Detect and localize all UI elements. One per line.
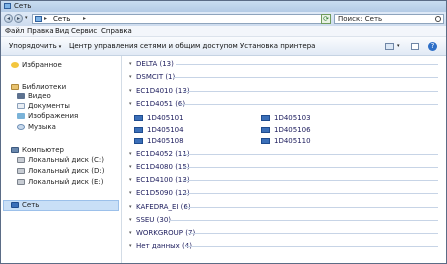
group-divider (173, 77, 438, 78)
group-header[interactable]: ▾ EC1D4052 (11) (123, 149, 446, 160)
chevron-down-icon[interactable]: ▾ (129, 204, 132, 211)
menu-view[interactable]: Вид (55, 27, 69, 36)
command-bar: Упорядочить ▾ Центр управления сетями и о… (1, 37, 446, 56)
pictures-icon (17, 113, 25, 119)
breadcrumb-network[interactable]: Сеть (53, 15, 70, 23)
group-divider (183, 193, 438, 194)
group-divider (169, 220, 438, 221)
group-divider (184, 91, 438, 92)
group-divider (183, 167, 438, 168)
chevron-down-icon[interactable]: ▾ (129, 164, 132, 171)
computer-icon (134, 138, 143, 144)
group-divider (176, 64, 438, 65)
group-divider (188, 233, 438, 234)
breadcrumb-separator[interactable]: ▸ (44, 15, 47, 23)
menu-edit[interactable]: Правка (27, 27, 54, 36)
menu-tools[interactable]: Сервис (71, 27, 97, 36)
disk-icon (17, 168, 25, 174)
group-divider (179, 104, 438, 105)
group-divider (183, 180, 438, 181)
group-header[interactable]: ▾ WORKGROUP (7) (123, 228, 446, 239)
change-view-icon[interactable] (385, 43, 394, 50)
breadcrumb-separator[interactable]: ▸ (83, 15, 86, 23)
chevron-down-icon[interactable]: ▾ (129, 101, 132, 108)
network-icon (4, 3, 11, 9)
install-printer-button[interactable]: Установка принтера (240, 42, 315, 51)
music-icon (17, 124, 25, 130)
video-icon (17, 93, 25, 99)
group-divider (185, 207, 438, 208)
group-header[interactable]: ▾ EC1D4051 (6) (123, 99, 446, 110)
search-icon[interactable] (435, 16, 441, 22)
network-icon (35, 16, 42, 22)
chevron-down-icon[interactable]: ▾ (129, 217, 132, 224)
back-button[interactable]: ◂ (4, 14, 13, 23)
chevron-down-icon[interactable]: ▾ (129, 243, 132, 250)
disk-icon (17, 157, 25, 163)
nav-selection-highlight (3, 200, 119, 211)
chevron-down-icon[interactable]: ▾ (129, 177, 132, 184)
navigation-pane: Избранное Библиотеки Видео Документы Изо… (1, 56, 122, 263)
recent-pages-dropdown-icon[interactable]: ▾ (25, 15, 28, 21)
computer-icon (134, 127, 143, 133)
title-bar[interactable]: Сеть (1, 1, 446, 12)
computer-icon (261, 138, 270, 144)
computer-icon (11, 147, 19, 153)
menu-bar: Файл Правка Вид Сервис Справка (1, 26, 446, 37)
view-dropdown-icon[interactable]: ▾ (397, 43, 400, 49)
group-divider (183, 154, 438, 155)
chevron-down-icon[interactable]: ▾ (129, 88, 132, 95)
computer-icon (261, 115, 270, 121)
network-icon (11, 202, 19, 208)
group-header[interactable]: ▾ EC1D4100 (13) (123, 175, 446, 186)
computer-icon (261, 127, 270, 133)
help-icon[interactable]: ? (428, 42, 437, 51)
menu-file[interactable]: Файл (5, 27, 24, 36)
computer-icon (134, 115, 143, 121)
group-header[interactable]: ▾ SSEU (30) (123, 215, 446, 226)
content-pane: ▾ DELTA (13) ▾ DSMCIT (1) ▾ EC1D4010 (13… (123, 56, 446, 263)
group-divider (185, 246, 438, 247)
window-title: Сеть (14, 2, 32, 10)
star-icon (11, 62, 19, 68)
chevron-down-icon[interactable]: ▾ (129, 61, 132, 68)
group-header[interactable]: ▾ KAFEDRA_EI (6) (123, 202, 446, 213)
address-field[interactable]: ▸ Сеть ▸ ▾ (32, 14, 346, 24)
group-header[interactable]: ▾ DELTA (13) (123, 59, 446, 70)
organize-button[interactable]: Упорядочить ▾ (9, 42, 61, 52)
group-header[interactable]: ▾ EC1D4080 (15) (123, 162, 446, 173)
menu-help[interactable]: Справка (101, 27, 132, 36)
chevron-down-icon[interactable]: ▾ (129, 74, 132, 81)
search-input[interactable]: Поиск: Сеть (334, 14, 444, 24)
group-header[interactable]: ▾ Нет данных (4) (123, 241, 446, 252)
forward-button[interactable]: ▸ (14, 14, 23, 23)
organize-label: Упорядочить (9, 42, 57, 50)
chevron-down-icon: ▾ (58, 44, 62, 50)
group-header[interactable]: ▾ EC1D5090 (12) (123, 188, 446, 199)
address-bar-row: ◂ ▸ ▾ ▸ Сеть ▸ ▾ ⟳ Поиск: Сеть (1, 12, 446, 26)
preview-pane-icon[interactable] (411, 43, 419, 50)
search-placeholder: Поиск: Сеть (338, 15, 383, 23)
network-center-button[interactable]: Центр управления сетями и общим доступом (69, 42, 238, 51)
chevron-down-icon[interactable]: ▾ (129, 190, 132, 197)
group-header[interactable]: ▾ EC1D4010 (13) (123, 86, 446, 97)
group-header[interactable]: ▾ DSMCIT (1) (123, 72, 446, 83)
documents-icon (17, 103, 25, 109)
explorer-window: Сеть ◂ ▸ ▾ ▸ Сеть ▸ ▾ ⟳ Поиск: Сеть Файл… (0, 0, 447, 264)
chevron-down-icon[interactable]: ▾ (129, 151, 132, 158)
refresh-button[interactable]: ⟳ (321, 14, 331, 24)
chevron-down-icon[interactable]: ▾ (129, 230, 132, 237)
library-icon (11, 84, 19, 90)
disk-icon (17, 179, 25, 185)
